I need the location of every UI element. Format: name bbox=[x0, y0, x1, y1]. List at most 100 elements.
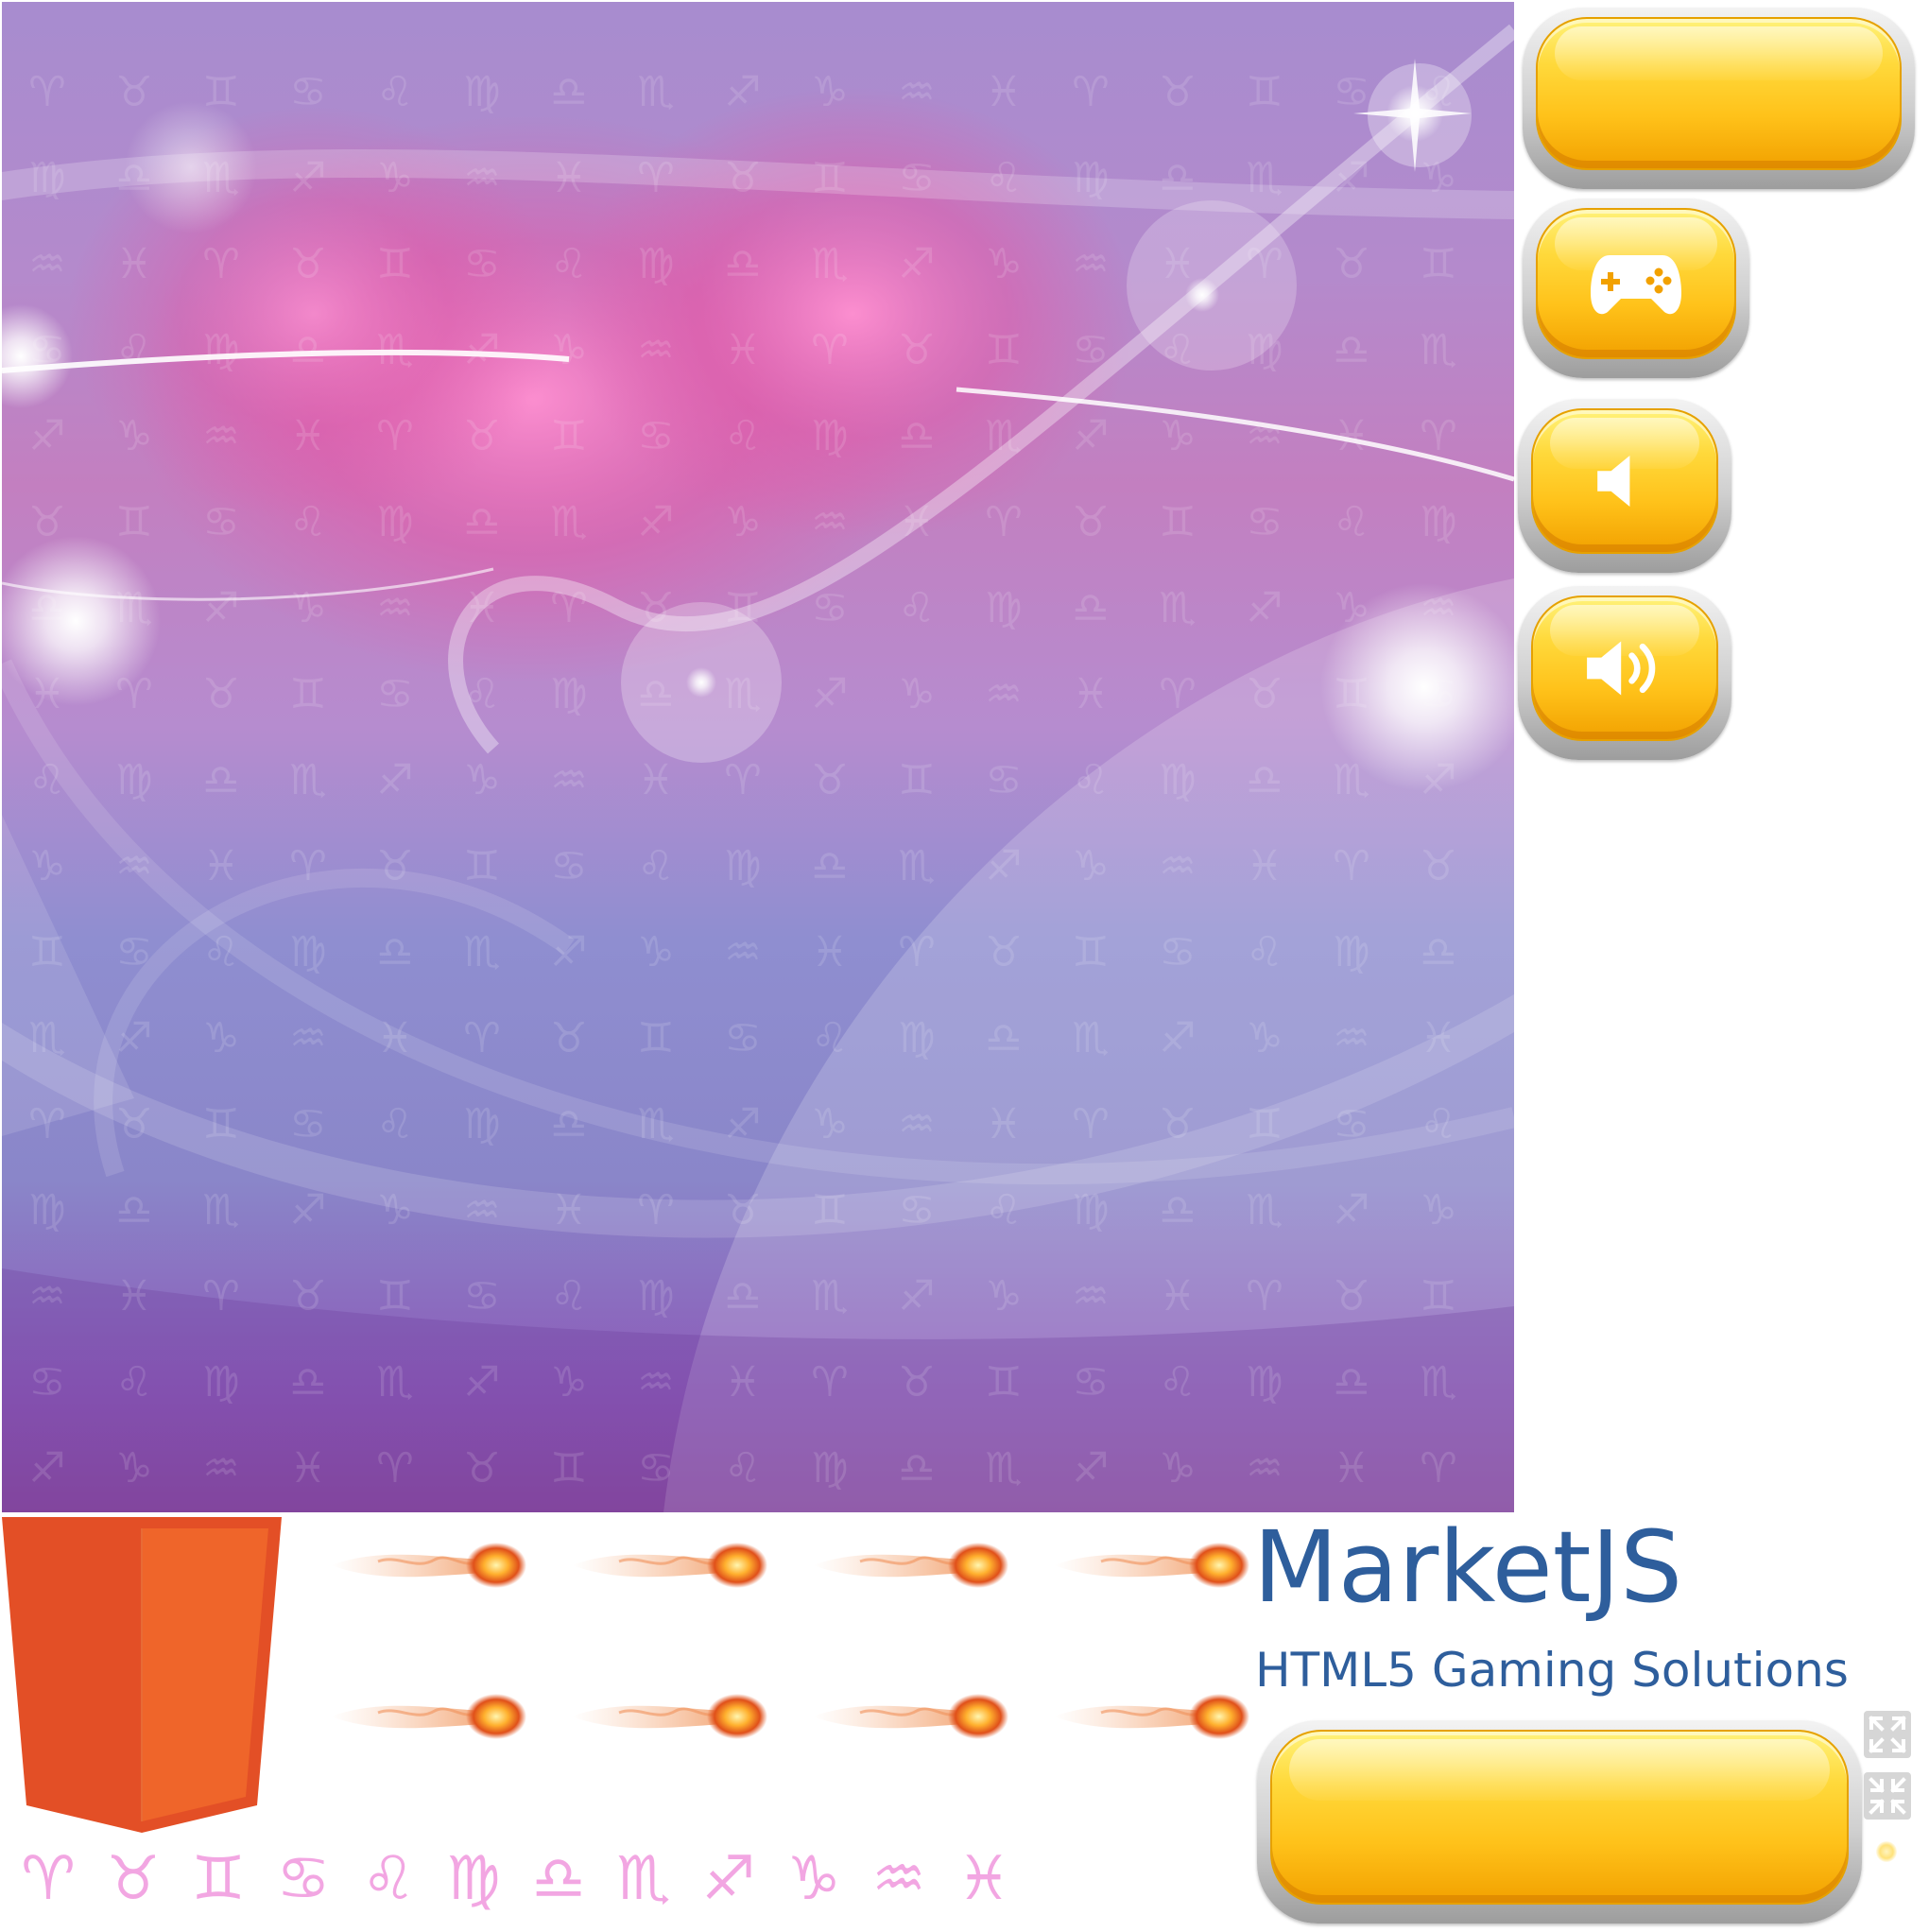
zodiac-pattern-glyph: ♉ bbox=[898, 1358, 935, 1406]
zodiac-pattern-glyph: ♋ bbox=[463, 240, 500, 288]
zodiac-pattern-glyph: ♊ bbox=[28, 928, 65, 976]
zodiac-pattern-glyph: ♍ bbox=[1333, 928, 1369, 976]
zodiac-pattern-glyph: ♑ bbox=[811, 68, 848, 116]
zodiac-pattern-glyph: ♍ bbox=[985, 584, 1022, 632]
collapse-icon[interactable] bbox=[1864, 1772, 1911, 1820]
zodiac-pattern-glyph: ♌ bbox=[28, 756, 65, 804]
zodiac-pattern-glyph: ♎ bbox=[811, 842, 848, 890]
zodiac-pattern-glyph: ♎ bbox=[463, 498, 500, 546]
zodiac-pattern-glyph: ♊ bbox=[1333, 670, 1369, 718]
zodiac-pattern-glyph: ♓ bbox=[898, 498, 935, 546]
zodiac-pattern-glyph: ♑ bbox=[1159, 1444, 1196, 1492]
zodiac-pattern-glyph: ♋ bbox=[289, 68, 326, 116]
zodiac-pattern-glyph: ♑ bbox=[898, 670, 935, 718]
zodiac-pattern-glyph: ♒ bbox=[463, 1186, 500, 1234]
zodiac-gemini: ♊ bbox=[191, 1843, 246, 1914]
zodiac-pattern-glyph: ♉ bbox=[115, 1100, 152, 1148]
zodiac-pattern-glyph: ♋ bbox=[28, 1358, 65, 1406]
zodiac-pattern-glyph: ♊ bbox=[1159, 498, 1196, 546]
zodiac-pattern-glyph: ♒ bbox=[637, 326, 674, 374]
zodiac-pattern-glyph: ♏ bbox=[1246, 154, 1283, 202]
zodiac-pattern-glyph: ♈ bbox=[376, 1444, 413, 1492]
zodiac-pattern-glyph: ♓ bbox=[115, 1272, 152, 1320]
zodiac-pattern-glyph: ♊ bbox=[115, 498, 152, 546]
zodiac-pattern-glyph: ♎ bbox=[202, 756, 239, 804]
zodiac-pattern-glyph: ♊ bbox=[463, 842, 500, 890]
zodiac-pattern-glyph: ♋ bbox=[1246, 498, 1283, 546]
zodiac-pattern-glyph: ♊ bbox=[550, 1444, 587, 1492]
speaker-on-icon bbox=[1587, 641, 1656, 696]
zodiac-pattern-glyph: ♐ bbox=[289, 154, 326, 202]
zodiac-pattern-glyph: ♉ bbox=[115, 68, 152, 116]
zodiac-pattern-glyph: ♑ bbox=[1072, 842, 1109, 890]
zodiac-pattern-glyph: ♐ bbox=[811, 670, 848, 718]
zodiac-pattern-glyph: ♓ bbox=[724, 1358, 761, 1406]
zodiac-pattern-glyph: ♓ bbox=[376, 1014, 413, 1062]
zodiac-pattern-glyph: ♌ bbox=[550, 1272, 587, 1320]
zodiac-pattern-glyph: ♒ bbox=[811, 498, 848, 546]
zodiac-pattern-glyph: ♋ bbox=[898, 154, 935, 202]
zodiac-pattern-glyph: ♎ bbox=[550, 68, 587, 116]
zodiac-virgo: ♍ bbox=[446, 1843, 501, 1914]
zodiac-pattern-glyph: ♌ bbox=[1420, 1100, 1456, 1148]
sound-on-button[interactable] bbox=[1518, 586, 1731, 760]
fireball-icon bbox=[1054, 1543, 1249, 1588]
zodiac-pattern-glyph: ♓ bbox=[550, 1186, 587, 1234]
zodiac-pattern-glyph: ♌ bbox=[463, 670, 500, 718]
html5-logo bbox=[2, 1517, 282, 1833]
zodiac-pattern-glyph: ♌ bbox=[115, 1358, 152, 1406]
zodiac-pattern-glyph: ♈ bbox=[1420, 412, 1456, 460]
zodiac-pattern-glyph: ♐ bbox=[550, 928, 587, 976]
zodiac-pattern-glyph: ♎ bbox=[28, 584, 65, 632]
zodiac-pattern-glyph: ♓ bbox=[202, 842, 239, 890]
zodiac-pattern-glyph: ♓ bbox=[463, 584, 500, 632]
expand-icon[interactable] bbox=[1864, 1711, 1911, 1758]
zodiac-pattern-glyph: ♈ bbox=[28, 1100, 65, 1148]
zodiac-pattern-glyph: ♎ bbox=[1159, 154, 1196, 202]
button-shine bbox=[1555, 26, 1883, 80]
zodiac-pattern-glyph: ♍ bbox=[1072, 154, 1109, 202]
zodiac-pattern-glyph: ♏ bbox=[898, 842, 935, 890]
zodiac-pattern-glyph: ♎ bbox=[1420, 928, 1456, 976]
zodiac-pattern-glyph: ♑ bbox=[28, 842, 65, 890]
zodiac-pattern-glyph: ♓ bbox=[289, 412, 326, 460]
zodiac-pattern-glyph: ♒ bbox=[724, 928, 761, 976]
zodiac-pattern-glyph: ♉ bbox=[550, 1014, 587, 1062]
zodiac-pattern-glyph: ♒ bbox=[202, 1444, 239, 1492]
zodiac-pattern-glyph: ♏ bbox=[811, 1272, 848, 1320]
zodiac-pattern-glyph: ♒ bbox=[115, 842, 152, 890]
zodiac-pattern-glyph: ♐ bbox=[28, 412, 65, 460]
zodiac-pattern-glyph: ♓ bbox=[28, 670, 65, 718]
zodiac-pattern-glyph: ♈ bbox=[811, 1358, 848, 1406]
zodiac-pattern-glyph: ♏ bbox=[637, 1100, 674, 1148]
play-button[interactable] bbox=[1523, 198, 1749, 378]
zodiac-pattern-glyph: ♉ bbox=[463, 1444, 500, 1492]
zodiac-pattern-glyph: ♏ bbox=[985, 1444, 1022, 1492]
zodiac-pattern-glyph: ♌ bbox=[1159, 1358, 1196, 1406]
zodiac-pattern-glyph: ♈ bbox=[637, 154, 674, 202]
zodiac-pattern-glyph: ♑ bbox=[1333, 584, 1369, 632]
zodiac-pattern-glyph: ♏ bbox=[202, 154, 239, 202]
zodiac-pattern-glyph: ♑ bbox=[550, 326, 587, 374]
zodiac-pattern-glyph: ♌ bbox=[1333, 498, 1369, 546]
zodiac-pattern-glyph: ♏ bbox=[811, 240, 848, 288]
wide-button-bottom[interactable] bbox=[1257, 1720, 1862, 1923]
zodiac-pattern-glyph: ♍ bbox=[1159, 756, 1196, 804]
sound-off-button[interactable] bbox=[1518, 399, 1731, 573]
zodiac-pattern-glyph: ♓ bbox=[1333, 1444, 1369, 1492]
zodiac-pattern-glyph: ♐ bbox=[376, 756, 413, 804]
zodiac-pattern-glyph: ♓ bbox=[811, 928, 848, 976]
zodiac-pattern-glyph: ♈ bbox=[1420, 1444, 1456, 1492]
zodiac-pattern-glyph: ♋ bbox=[202, 498, 239, 546]
zodiac-pattern-glyph: ♓ bbox=[985, 68, 1022, 116]
zodiac-pattern-glyph: ♍ bbox=[898, 1014, 935, 1062]
zodiac-sagittarius: ♐ bbox=[701, 1843, 756, 1914]
zodiac-pattern-glyph: ♋ bbox=[985, 756, 1022, 804]
button-face bbox=[1270, 1730, 1849, 1905]
fireball-icon bbox=[331, 1543, 526, 1588]
zodiac-pattern-glyph: ♉ bbox=[202, 670, 239, 718]
zodiac-pattern-glyph: ♊ bbox=[811, 154, 848, 202]
button-face bbox=[1536, 17, 1902, 170]
wide-button-top[interactable] bbox=[1523, 8, 1915, 189]
zodiac-pattern-glyph: ♓ bbox=[1246, 842, 1283, 890]
